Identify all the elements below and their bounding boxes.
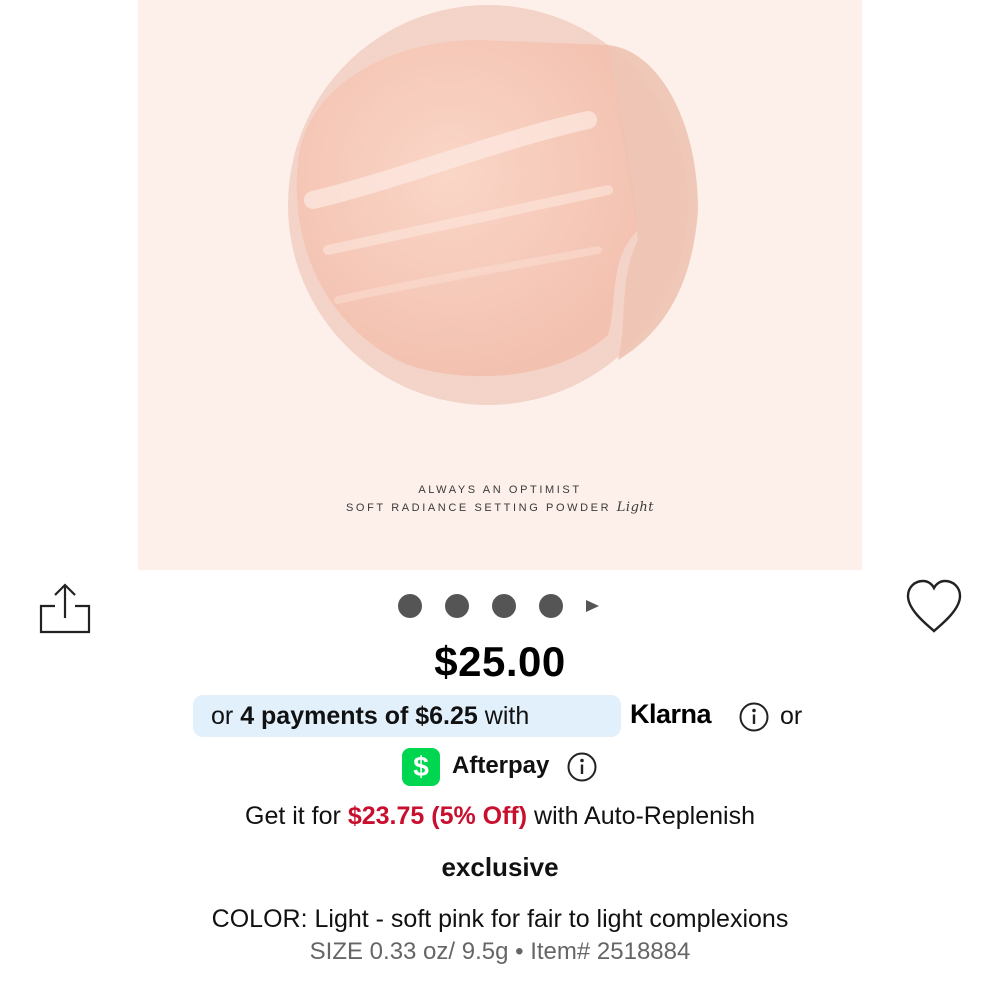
price: $25.00 xyxy=(434,638,566,685)
size-label: SIZE xyxy=(309,938,363,965)
afterpay-payment-row: $ Afterpay xyxy=(0,746,1000,786)
klarna-logo: Klarna xyxy=(630,699,712,729)
favorite-button[interactable] xyxy=(902,578,966,636)
color-value: Light - soft pink for fair to light comp… xyxy=(314,905,789,933)
klarna-payment-row: or 4 payments of $6.25 with Klarna or xyxy=(0,695,1000,739)
klarna-pill[interactable]: or 4 payments of $6.25 with xyxy=(193,695,621,737)
replenish-suffix: with Auto-Replenish xyxy=(534,802,755,830)
afterpay-label[interactable]: Afterpay xyxy=(452,752,549,780)
color-line: COLOR: Light - soft pink for fair to lig… xyxy=(0,905,1000,934)
caption-line-2: SOFT RADIANCE SETTING POWDER Light xyxy=(138,499,862,517)
info-icon[interactable] xyxy=(738,701,770,738)
exclusive-badge: exclusive xyxy=(441,852,559,882)
heart-icon xyxy=(906,579,962,633)
size-line: SIZE 0.33 oz/ 9.5g • Item# 2518884 xyxy=(0,938,1000,966)
product-image[interactable]: ALWAYS AN OPTIMIST SOFT RADIANCE SETTING… xyxy=(138,0,862,570)
klarna-payments: 4 payments of $6.25 xyxy=(240,702,478,730)
carousel-dot[interactable] xyxy=(445,594,469,618)
item-label: Item# xyxy=(530,938,591,965)
carousel-indicator xyxy=(398,592,599,620)
play-triangle-icon[interactable] xyxy=(586,600,599,612)
size-value: 0.33 oz/ 9.5g xyxy=(369,938,509,965)
carousel-dot[interactable] xyxy=(398,594,422,618)
replenish-prefix: Get it for xyxy=(245,802,341,830)
item-number: 2518884 xyxy=(596,938,691,965)
share-icon xyxy=(39,583,91,634)
caption-shade-script: Light xyxy=(616,500,654,515)
carousel-dot[interactable] xyxy=(539,594,563,618)
klarna-prefix: or xyxy=(211,702,234,730)
auto-replenish-offer[interactable]: Get it for $23.75 (5% Off) with Auto-Rep… xyxy=(0,802,1000,831)
caption-line-1: ALWAYS AN OPTIMIST xyxy=(418,484,582,496)
color-label: COLOR: xyxy=(211,905,308,933)
size-separator: • xyxy=(515,938,524,965)
image-caption: ALWAYS AN OPTIMIST SOFT RADIANCE SETTING… xyxy=(138,482,862,517)
carousel-dot[interactable] xyxy=(492,594,516,618)
replenish-price: $23.75 (5% Off) xyxy=(347,802,528,830)
info-icon[interactable] xyxy=(566,751,598,788)
share-button[interactable] xyxy=(36,580,94,640)
klarna-or: or xyxy=(780,702,803,730)
klarna-with: with xyxy=(484,702,530,730)
cash-app-icon: $ xyxy=(402,748,440,786)
caption-product-name: SOFT RADIANCE SETTING POWDER xyxy=(346,502,612,514)
